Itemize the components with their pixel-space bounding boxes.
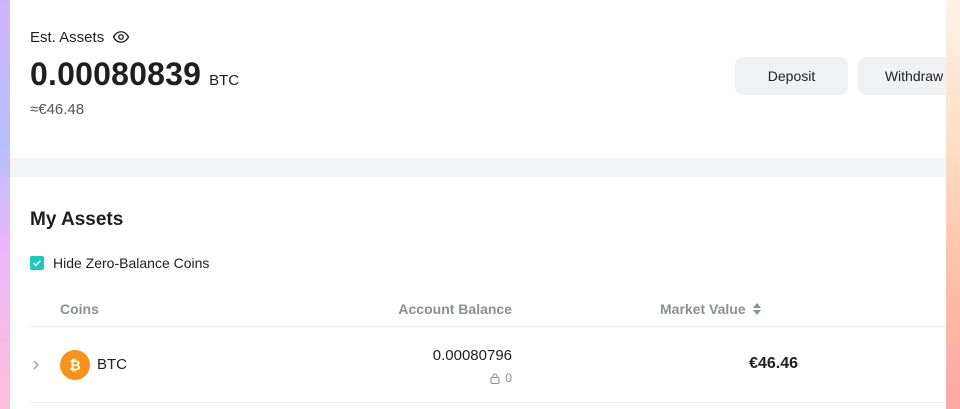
balance-value: 0.00080839 xyxy=(30,56,202,92)
eye-icon[interactable] xyxy=(112,28,130,46)
section-title: My Assets xyxy=(30,209,124,230)
check-icon xyxy=(33,260,41,267)
locked-value: 0 xyxy=(505,371,512,385)
left-edge-gradient xyxy=(0,0,10,409)
right-edge-gradient xyxy=(946,0,960,409)
deposit-button[interactable]: Deposit xyxy=(735,57,848,95)
fiat-estimate: ≈€46.48 xyxy=(30,101,85,118)
column-account-balance: Account Balance xyxy=(398,301,512,317)
est-assets-header: Est. Assets xyxy=(30,28,130,46)
total-balance: 0.00080839 BTC xyxy=(30,56,239,93)
column-coins: Coins xyxy=(60,301,99,317)
sort-icon[interactable] xyxy=(752,302,762,316)
hide-zero-label: Hide Zero-Balance Coins xyxy=(53,255,210,271)
table-row[interactable]: ₿ BTC 0.00080796 0 €46.46 xyxy=(30,328,960,403)
locked-balance: 0 xyxy=(382,371,512,385)
coin-name: BTC xyxy=(97,356,127,373)
lock-icon xyxy=(490,372,500,384)
svg-text:₿: ₿ xyxy=(69,358,81,374)
coin-balance: 0.00080796 xyxy=(432,347,512,364)
table-header: Coins Account Balance Market Value xyxy=(30,289,960,327)
coin-market-value: €46.46 xyxy=(749,355,798,372)
my-assets-panel: My Assets Hide Zero-Balance Coins Coins … xyxy=(0,177,960,409)
column-market-value[interactable]: Market Value xyxy=(660,301,762,317)
chevron-right-icon[interactable] xyxy=(32,358,40,370)
balance-unit: BTC xyxy=(209,72,240,89)
est-assets-label: Est. Assets xyxy=(30,28,105,46)
bitcoin-icon: ₿ xyxy=(60,350,90,380)
hide-zero-balance-toggle[interactable]: Hide Zero-Balance Coins xyxy=(30,255,209,271)
hide-zero-checkbox[interactable] xyxy=(30,256,44,270)
column-market-value-label: Market Value xyxy=(660,301,746,317)
withdraw-button[interactable]: Withdraw xyxy=(858,57,960,95)
estimated-assets-panel: Est. Assets 0.00080839 BTC ≈€46.48 Depos… xyxy=(0,0,960,158)
